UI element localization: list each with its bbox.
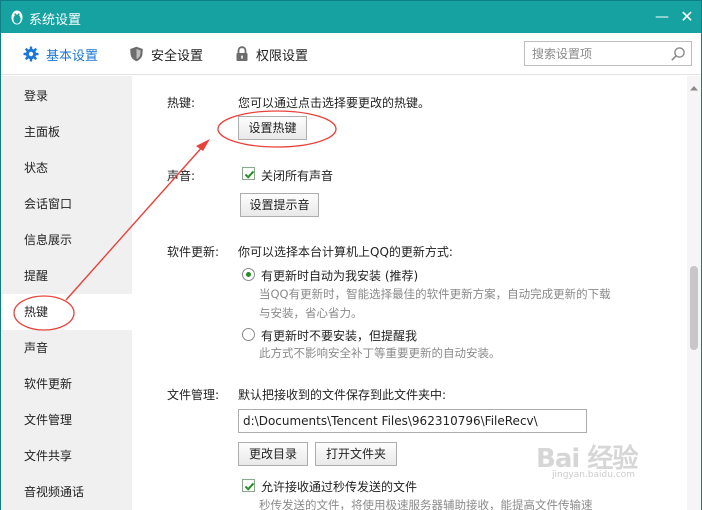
sound-label: 声音: <box>167 169 196 183</box>
update-description: 你可以选择本台计算机上QQ的更新方式: <box>238 245 453 259</box>
sidebar-item-file-management[interactable]: 文件管理 <box>1 402 132 438</box>
sidebar-item-software-update[interactable]: 软件更新 <box>1 366 132 402</box>
window-title: 系统设置 <box>29 13 82 28</box>
sidebar-item-info-display[interactable]: 信息展示 <box>1 222 132 258</box>
allow-fast-transfer-label[interactable]: 允许接收通过秒传发送的文件 <box>261 478 417 495</box>
notify-only-radio[interactable] <box>242 328 255 341</box>
sidebar-item-chat-window[interactable]: 会话窗口 <box>1 186 132 222</box>
shield-icon <box>129 46 144 62</box>
search-box[interactable] <box>524 41 692 66</box>
sidebar-item-reminders[interactable]: 提醒 <box>1 258 132 294</box>
sidebar-item-main-panel[interactable]: 主面板 <box>1 114 132 150</box>
fast-transfer-desc: 秒传发送的文件，将使用极速服务器辅助接收，能提高文件传输速 <box>259 498 593 510</box>
change-directory-button[interactable]: 更改目录 <box>238 442 308 466</box>
lock-icon <box>235 46 249 62</box>
minimize-button[interactable]: — <box>648 1 676 33</box>
open-folder-button[interactable]: 打开文件夹 <box>315 442 397 466</box>
sidebar: 登录 主面板 状态 会话窗口 信息展示 提醒 热键 声音 软件更新 文件管理 文… <box>1 76 132 510</box>
search-input[interactable] <box>525 42 665 65</box>
scroll-up-arrow-icon[interactable] <box>690 80 698 94</box>
sidebar-item-file-sharing[interactable]: 文件共享 <box>1 438 132 474</box>
sidebar-item-av-call[interactable]: 音视频通话 <box>1 474 132 510</box>
tab-permission-settings[interactable]: 权限设置 <box>235 33 308 75</box>
tab-basic-settings[interactable]: 基本设置 <box>23 33 98 75</box>
hotkey-description: 您可以通过点击选择要更改的热键。 <box>238 96 431 110</box>
file-mgmt-description: 默认把接收到的文件保存到此文件夹中: <box>238 388 447 402</box>
tab-label: 基本设置 <box>46 48 99 64</box>
qq-penguin-icon <box>8 8 26 26</box>
notify-only-label[interactable]: 有更新时不要安装，但提醒我 <box>261 327 417 344</box>
hotkey-label: 热键: <box>167 96 196 110</box>
save-folder-path-field[interactable]: d:\Documents\Tencent Files\962310796\Fil… <box>238 409 587 433</box>
sidebar-item-login[interactable]: 登录 <box>1 78 132 114</box>
tab-label: 安全设置 <box>151 48 204 64</box>
update-label: 软件更新: <box>167 245 220 259</box>
mute-all-checkbox[interactable] <box>242 167 255 180</box>
auto-install-desc-line2: 与安装，省心省力。 <box>259 306 363 320</box>
title-bar[interactable]: 系统设置 — ✕ <box>1 1 701 33</box>
sidebar-item-hotkeys[interactable]: 热键 <box>1 294 132 330</box>
file-mgmt-label: 文件管理: <box>167 388 220 402</box>
allow-fast-transfer-checkbox[interactable] <box>242 479 255 492</box>
vertical-scrollbar[interactable] <box>687 76 701 510</box>
tab-security-settings[interactable]: 安全设置 <box>129 33 203 75</box>
sidebar-item-sound[interactable]: 声音 <box>1 330 132 366</box>
gear-icon <box>23 46 39 62</box>
close-button[interactable]: ✕ <box>673 1 701 33</box>
auto-install-desc-line1: 当QQ有更新时，智能选择最佳的软件更新方案，自动完成更新的下载 <box>259 287 611 301</box>
set-notification-sound-button[interactable]: 设置提示音 <box>240 193 319 217</box>
sidebar-item-status[interactable]: 状态 <box>1 150 132 186</box>
auto-install-label[interactable]: 有更新时自动为我安装 (推荐) <box>261 267 418 284</box>
mute-all-label[interactable]: 关闭所有声音 <box>261 167 333 184</box>
watermark-sub: jingyan.baidu.com <box>552 470 636 480</box>
scrollbar-thumb[interactable] <box>690 266 698 350</box>
notify-only-desc: 此方式不影响安全补丁等重要更新的自动安装。 <box>259 346 501 360</box>
auto-install-radio[interactable] <box>242 268 255 281</box>
tab-label: 权限设置 <box>256 48 309 64</box>
set-hotkey-button[interactable]: 设置热键 <box>238 116 307 140</box>
tab-bar: 基本设置 安全设置 权限设置 <box>1 33 701 75</box>
search-icon[interactable] <box>670 46 686 65</box>
baidu-jingyan-watermark: Bai 经验 jingyan.baidu.com <box>536 432 666 482</box>
